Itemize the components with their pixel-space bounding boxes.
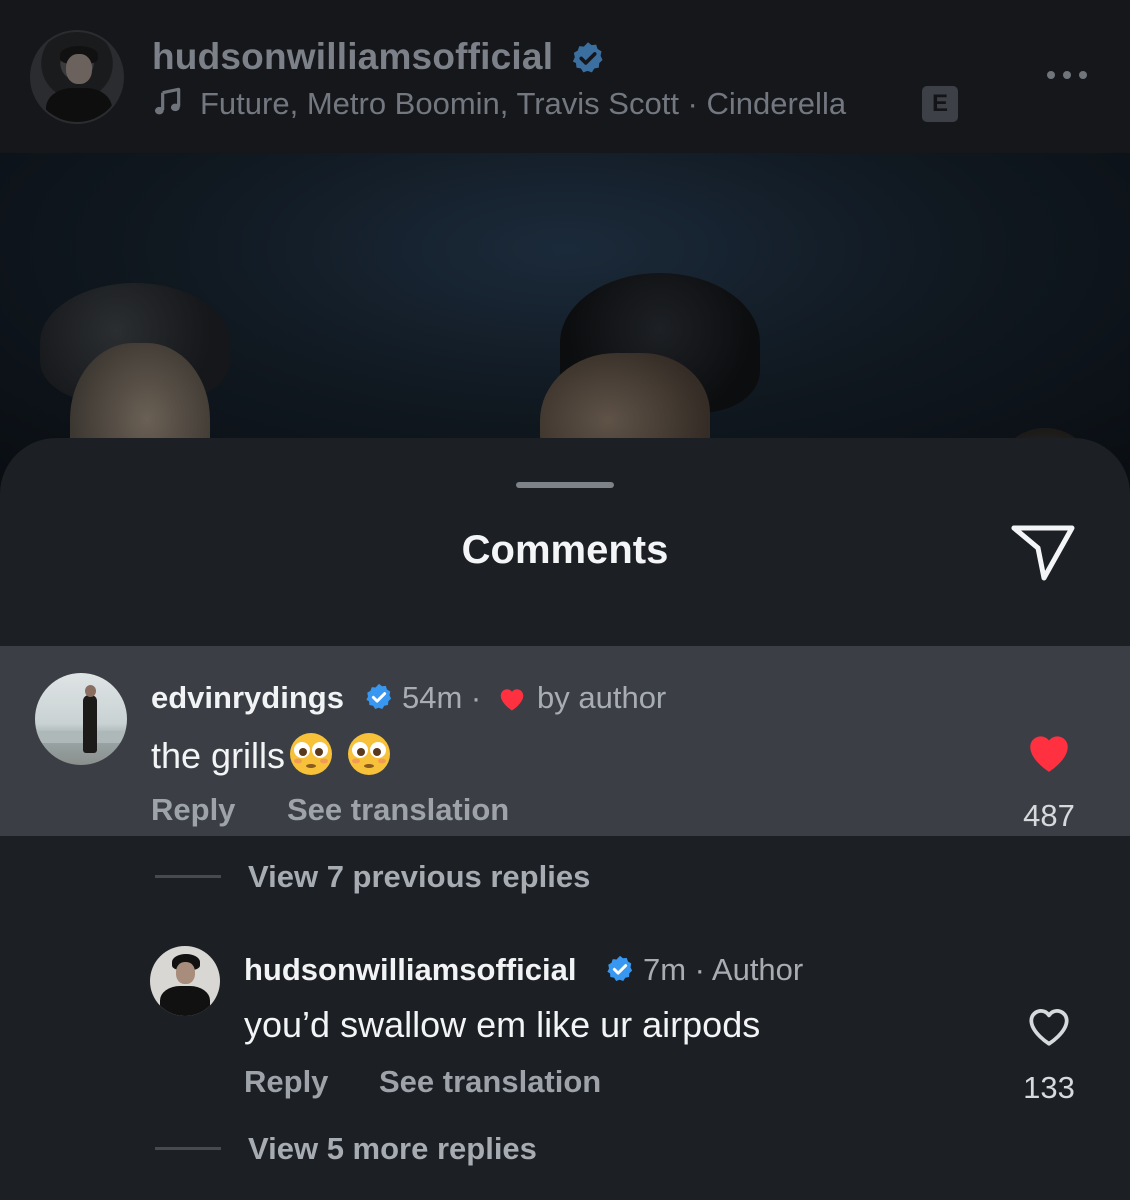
reply-button[interactable]: Reply bbox=[244, 1064, 328, 1100]
heart-outline-icon[interactable] bbox=[1024, 1002, 1074, 1048]
post-music-label[interactable]: Future, Metro Boomin, Travis Scott · Cin… bbox=[200, 86, 846, 122]
comment-time: 54m · bbox=[402, 680, 482, 715]
comments-sheet: Comments edvinrydings 54m · by author th… bbox=[0, 438, 1130, 1200]
flushed-emoji-icon bbox=[289, 732, 333, 776]
replies-divider bbox=[155, 875, 221, 878]
reply-time: 7m · Author bbox=[643, 952, 804, 987]
share-icon[interactable] bbox=[1008, 520, 1078, 584]
verified-icon bbox=[572, 42, 603, 73]
view-more-replies-button[interactable]: View 5 more replies bbox=[248, 1131, 537, 1167]
reply-author-avatar[interactable] bbox=[150, 946, 220, 1016]
post-author-avatar[interactable] bbox=[30, 30, 124, 124]
liked-by-author-label: by author bbox=[537, 680, 667, 715]
comment-text-body: the grills bbox=[151, 735, 286, 776]
heart-icon[interactable] bbox=[1024, 728, 1074, 774]
drag-handle[interactable] bbox=[516, 482, 614, 488]
reply-button[interactable]: Reply bbox=[151, 792, 235, 828]
comment-text: the grills bbox=[151, 732, 391, 777]
replies-divider bbox=[155, 1147, 221, 1150]
post-header: hudsonwilliamsofficial Future, Metro Boo… bbox=[0, 0, 1130, 153]
comment-author-avatar[interactable] bbox=[35, 673, 127, 765]
liked-by-author-heart-icon bbox=[500, 689, 524, 711]
like-count: 487 bbox=[1023, 798, 1075, 833]
like-count: 133 bbox=[1023, 1070, 1075, 1105]
view-previous-replies-button[interactable]: View 7 previous replies bbox=[248, 859, 590, 895]
post-author-username[interactable]: hudsonwilliamsofficial bbox=[152, 36, 553, 78]
more-icon[interactable] bbox=[1043, 64, 1091, 86]
reply-username[interactable]: hudsonwilliamsofficial bbox=[244, 952, 576, 988]
reply-text: you’d swallow em like ur airpods bbox=[244, 1004, 761, 1045]
flushed-emoji-icon bbox=[347, 732, 391, 776]
comment-username[interactable]: edvinrydings bbox=[151, 680, 344, 716]
sheet-title: Comments bbox=[461, 528, 669, 572]
verified-icon bbox=[366, 683, 392, 709]
verified-icon bbox=[607, 955, 633, 981]
explicit-badge: E bbox=[922, 86, 958, 122]
see-translation-button[interactable]: See translation bbox=[287, 792, 509, 828]
post-image[interactable] bbox=[0, 153, 1130, 473]
see-translation-button[interactable]: See translation bbox=[379, 1064, 601, 1100]
music-note-icon bbox=[154, 87, 181, 115]
